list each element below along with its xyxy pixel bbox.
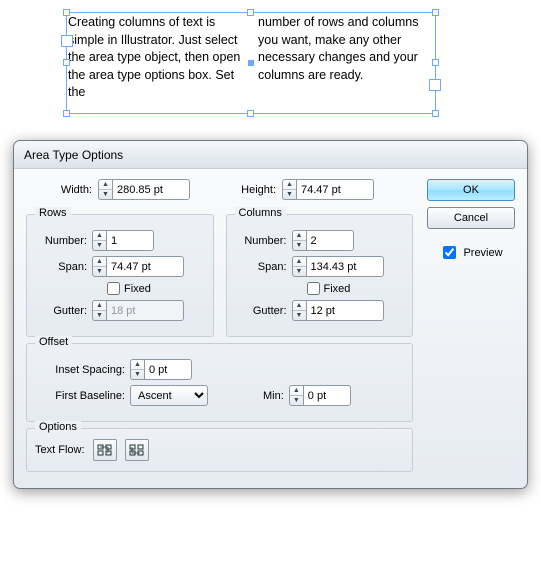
first-baseline-label: First Baseline:: [35, 390, 125, 402]
selection-handle[interactable]: [247, 110, 254, 117]
width-label: Width:: [42, 184, 92, 196]
text-column-1: Creating columns of text is simple in Il…: [68, 14, 244, 112]
rows-number-label: Number:: [35, 235, 87, 247]
text-flow-vertical-button[interactable]: [125, 439, 149, 461]
preview-label: Preview: [463, 247, 502, 259]
columns-legend: Columns: [235, 207, 286, 219]
selection-handle[interactable]: [432, 59, 439, 66]
rows-legend: Rows: [35, 207, 71, 219]
dialog-title: Area Type Options: [14, 141, 527, 169]
inset-spacing-label: Inset Spacing:: [35, 364, 125, 376]
rows-fixed-checkbox[interactable]: [107, 282, 120, 295]
text-flow-horizontal-button[interactable]: [93, 439, 117, 461]
rows-gutter-label: Gutter:: [35, 305, 87, 317]
columns-span-label: Span:: [235, 261, 287, 273]
min-input[interactable]: [303, 385, 351, 406]
height-stepper[interactable]: ▲▼: [282, 179, 296, 200]
columns-gutter-label: Gutter:: [235, 305, 287, 317]
area-type-options-dialog: Area Type Options Width: ▲▼ Height: ▲▼ R…: [13, 140, 528, 489]
offset-legend: Offset: [35, 336, 72, 348]
rows-fixed-label: Fixed: [124, 283, 151, 295]
height-input[interactable]: [296, 179, 374, 200]
text-flow-label: Text Flow:: [35, 444, 85, 456]
text-in-port-icon[interactable]: [61, 35, 73, 47]
columns-number-label: Number:: [235, 235, 287, 247]
first-baseline-select[interactable]: Ascent: [130, 385, 208, 406]
selection-handle[interactable]: [63, 9, 70, 16]
rows-group: Rows Number: ▲▼ Span: ▲▼: [26, 214, 214, 337]
preview-checkbox[interactable]: [443, 246, 456, 259]
width-stepper[interactable]: ▲▼: [98, 179, 112, 200]
min-label: Min:: [263, 390, 284, 402]
selection-handle[interactable]: [432, 9, 439, 16]
cancel-button[interactable]: Cancel: [427, 207, 515, 229]
min-stepper[interactable]: ▲▼: [289, 385, 303, 406]
rows-span-label: Span:: [35, 261, 87, 273]
width-input[interactable]: [112, 179, 190, 200]
columns-group: Columns Number: ▲▼ Span: ▲▼: [226, 214, 414, 337]
rows-span-input[interactable]: [106, 256, 184, 277]
columns-fixed-label: Fixed: [324, 283, 351, 295]
illustrator-canvas: Creating columns of text is simple in Il…: [0, 0, 541, 140]
ok-button[interactable]: OK: [427, 179, 515, 201]
area-type-frame[interactable]: Creating columns of text is simple in Il…: [66, 12, 436, 114]
text-column-2: number of rows and columns you want, mak…: [258, 14, 434, 112]
options-legend: Options: [35, 421, 81, 433]
selection-handle[interactable]: [247, 9, 254, 16]
selection-handle[interactable]: [63, 59, 70, 66]
selection-handle[interactable]: [63, 110, 70, 117]
rows-gutter-input: [106, 300, 184, 321]
rows-span-stepper[interactable]: ▲▼: [92, 256, 106, 277]
rows-number-input[interactable]: [106, 230, 154, 251]
columns-span-input[interactable]: [306, 256, 384, 277]
columns-number-stepper[interactable]: ▲▼: [292, 230, 306, 251]
flow-rows-first-icon: [97, 443, 113, 457]
inset-spacing-stepper[interactable]: ▲▼: [130, 359, 144, 380]
height-label: Height:: [226, 184, 276, 196]
options-group: Options Text Flow:: [26, 428, 413, 472]
selection-handle[interactable]: [432, 110, 439, 117]
text-out-port-icon[interactable]: [429, 79, 441, 91]
rows-gutter-stepper[interactable]: ▲▼: [92, 300, 106, 321]
columns-gutter-input[interactable]: [306, 300, 384, 321]
rows-number-stepper[interactable]: ▲▼: [92, 230, 106, 251]
columns-number-input[interactable]: [306, 230, 354, 251]
center-point-icon: [248, 60, 254, 66]
offset-group: Offset Inset Spacing: ▲▼ First Baseline:…: [26, 343, 413, 422]
columns-fixed-checkbox[interactable]: [307, 282, 320, 295]
columns-gutter-stepper[interactable]: ▲▼: [292, 300, 306, 321]
flow-columns-first-icon: [129, 443, 145, 457]
inset-spacing-input[interactable]: [144, 359, 192, 380]
columns-span-stepper[interactable]: ▲▼: [292, 256, 306, 277]
